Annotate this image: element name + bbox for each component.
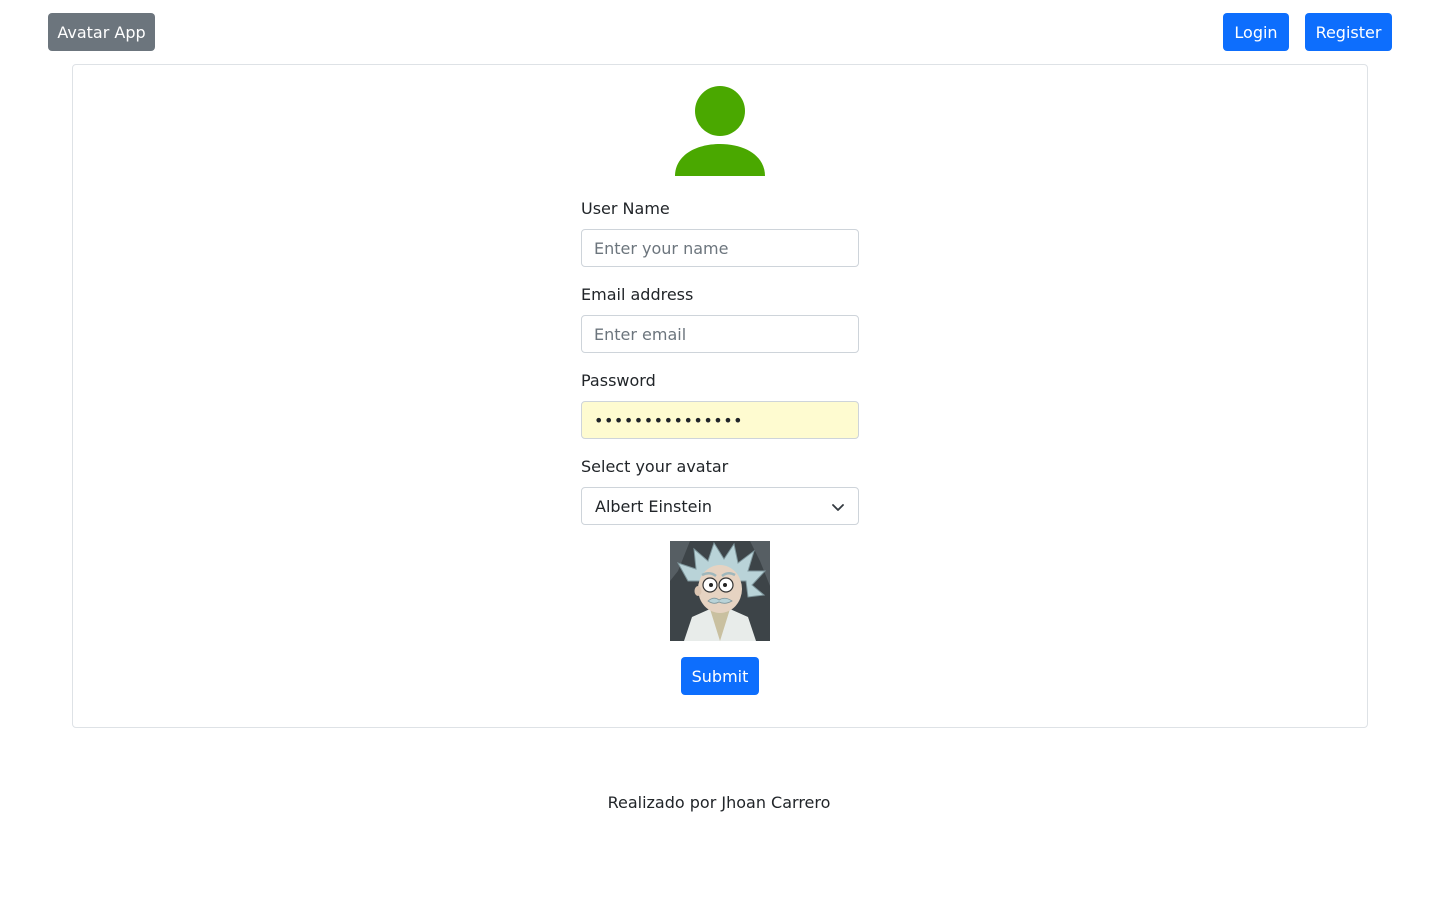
username-input[interactable] — [581, 229, 859, 267]
user-icon — [675, 86, 765, 176]
login-button[interactable]: Login — [1223, 13, 1289, 51]
email-input[interactable] — [581, 315, 859, 353]
register-button[interactable]: Register — [1305, 13, 1392, 51]
avatar-select-value: Albert Einstein — [595, 496, 713, 516]
brand-button[interactable]: Avatar App — [48, 13, 155, 51]
username-label: User Name — [581, 199, 670, 218]
password-input[interactable] — [581, 401, 859, 439]
chevron-down-icon — [832, 504, 844, 511]
password-label: Password — [581, 371, 656, 390]
avatar-select-label: Select your avatar — [581, 457, 729, 476]
email-label: Email address — [581, 285, 694, 304]
avatar-preview-image — [670, 541, 770, 641]
footer-credit: Realizado por Jhoan Carrero — [607, 793, 831, 812]
submit-button[interactable]: Submit — [681, 657, 759, 695]
avatar-select[interactable]: Albert Einstein — [581, 487, 859, 525]
